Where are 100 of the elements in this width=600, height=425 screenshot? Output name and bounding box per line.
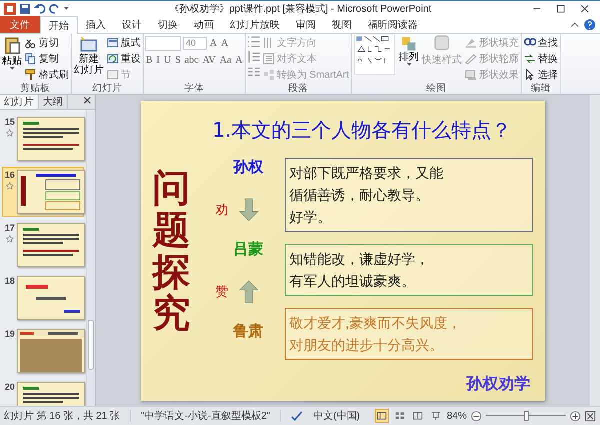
person-name: 鲁肃 (234, 322, 264, 342)
slide-thumbnail[interactable]: 18 (2, 273, 84, 323)
cursor-icon (524, 68, 536, 80)
copy-icon (25, 52, 37, 64)
animation-star-icon (6, 235, 14, 243)
font-size-field[interactable]: 40 (183, 36, 207, 50)
arrange-button[interactable]: 排列 (398, 35, 420, 68)
minus-icon (471, 410, 482, 422)
format-button[interactable]: Aa (218, 54, 233, 66)
slide-number: 20 (5, 382, 16, 392)
new-slide-button[interactable]: 新建 幻灯片 (73, 35, 105, 77)
theme-name: "中学语文-小说-直叙型模板2" (141, 410, 270, 423)
slide-thumbnail[interactable]: 15 (2, 114, 84, 164)
pen-icon (465, 52, 477, 64)
group-label: 幻灯片 (92, 83, 124, 94)
ribbon-tab[interactable]: 视图 (324, 16, 360, 33)
format-button[interactable]: B (145, 54, 154, 66)
brush-icon (25, 68, 37, 80)
spellcheck-icon (291, 410, 304, 422)
slide-heading: 1.本文的三个人物各有什么特点？ (212, 116, 513, 144)
slide-number: 16 (5, 170, 16, 180)
font-size-button[interactable]: A (209, 38, 218, 48)
reset-icon (107, 52, 119, 64)
ribbon-tab[interactable]: 设计 (114, 16, 150, 33)
file-menu-button[interactable]: 文件 (0, 16, 40, 33)
scissors-icon (25, 36, 37, 48)
animation-star-icon (6, 129, 14, 137)
grid-view-icon (394, 411, 405, 421)
format-button[interactable]: AV (202, 54, 217, 66)
trait-box: 知错能改，谦虚好学， 有军人的坦诚豪爽。 (284, 244, 532, 296)
group-label: 剪贴板 (20, 83, 52, 94)
ribbon-command[interactable]: 剪切 (24, 35, 70, 50)
pane-tab[interactable]: 幻灯片 (0, 95, 39, 109)
slide-thumbnail[interactable]: 17 (2, 220, 84, 270)
shadow-box-icon (465, 68, 477, 80)
ribbon-command[interactable]: 查找 (523, 35, 559, 50)
group-label: 编辑 (530, 83, 552, 94)
slide-number: 19 (5, 329, 16, 339)
plus-icon (570, 410, 581, 422)
format-button[interactable]: I (156, 54, 162, 66)
slide-number: 15 (5, 117, 16, 127)
slide-counter: 幻灯片 第 16 张，共 21 张 (4, 410, 120, 423)
zoom-in-button[interactable] (570, 410, 581, 422)
normal-view-icon (376, 411, 387, 421)
replace-icon (524, 52, 536, 64)
paste-button[interactable]: 粘贴 (1, 35, 23, 72)
ribbon-tab[interactable]: 开始 (40, 16, 78, 34)
redo-icon (49, 2, 61, 14)
columns-icon (246, 65, 261, 79)
slide-number: 18 (5, 276, 16, 286)
slide-content-drawing (26, 285, 80, 313)
style-tile-icon (434, 35, 450, 51)
help-icon (584, 18, 596, 30)
book-icon (412, 411, 423, 421)
ribbon-tab[interactable]: 审阅 (288, 16, 324, 33)
caret-icon (10, 67, 14, 71)
slide-thumbnail[interactable]: 20 (2, 379, 84, 406)
smartart-icon (262, 68, 275, 80)
font-size-button[interactable]: A (220, 38, 230, 48)
zoom-slider[interactable] (486, 411, 566, 421)
zoom-level: 84% (446, 410, 467, 422)
group-label: 段落 (287, 83, 310, 94)
format-button[interactable]: A (234, 54, 244, 66)
ribbon-tab[interactable]: 插入 (78, 16, 114, 33)
slide-thumbnail[interactable]: 19 (2, 326, 84, 376)
trait-box: 对部下既严格要求，又能 循循善诱，耐心教导。 好学。 (284, 158, 532, 232)
slide-icon (80, 36, 98, 54)
group-label: 字体 (183, 83, 206, 94)
bullets-icon (246, 35, 261, 49)
format-button[interactable]: abc (184, 54, 200, 66)
maximize-icon (556, 4, 566, 14)
ribbon-command[interactable]: 重设 (106, 51, 142, 66)
format-button[interactable]: U (163, 54, 172, 66)
projector-icon (430, 411, 441, 421)
ribbon-command[interactable]: 格式刷 (24, 67, 70, 82)
font-name-field[interactable] (145, 36, 181, 50)
ribbon-command[interactable]: 替换 (523, 51, 559, 66)
section-icon (107, 68, 119, 80)
picture-placeholder (20, 339, 82, 372)
pane-tab[interactable]: 大纲 (39, 95, 68, 109)
fit-window-icon (585, 410, 596, 422)
ribbon-tab[interactable]: 福昕阅读器 (360, 16, 426, 33)
ribbon-tab[interactable]: 动画 (186, 16, 222, 33)
slide-thumbnail[interactable]: 16 (2, 167, 84, 217)
ribbon-tab[interactable]: 切换 (150, 16, 186, 33)
ribbon-command[interactable]: 选择 (523, 67, 559, 82)
spacing-icon (246, 50, 261, 64)
scrollbar[interactable] (86, 110, 95, 406)
layout-icon (107, 36, 119, 48)
side-title: 问题探究 (152, 166, 190, 334)
ribbon-command[interactable]: 版式 (106, 35, 142, 50)
relation-label: 赞 (216, 282, 230, 300)
scrollbar[interactable] (589, 95, 600, 406)
zoom-out-button[interactable] (471, 410, 482, 422)
format-button[interactable]: S (174, 54, 182, 66)
view-button[interactable] (374, 409, 389, 423)
ribbon-command[interactable]: 复制 (24, 51, 70, 66)
person-name: 孙权 (234, 158, 264, 178)
ribbon-tab[interactable]: 幻灯片放映 (222, 16, 288, 33)
language-label: 中文(中国) (313, 410, 360, 423)
